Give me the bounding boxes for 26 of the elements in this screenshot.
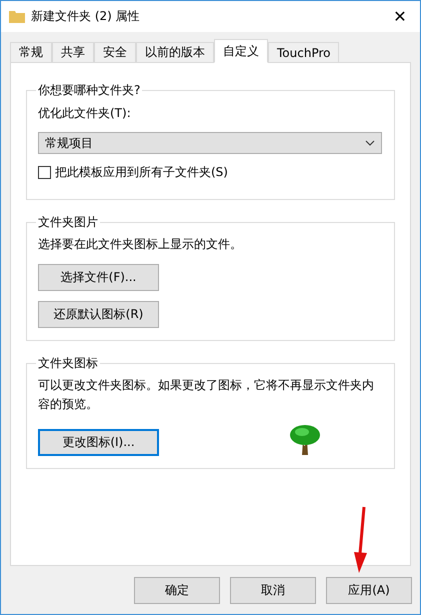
- description-text: 选择要在此文件夹图标上显示的文件。: [38, 236, 243, 253]
- optimize-label: 优化此文件夹(T):: [38, 105, 132, 122]
- checkbox-label: 把此模板应用到所有子文件夹(S): [55, 164, 228, 181]
- change-icon-button[interactable]: 更改图标(I)...: [38, 429, 159, 456]
- group-button[interactable]: 还原默认图标(R): [38, 301, 159, 328]
- folder-icon: [9, 10, 25, 23]
- tab[interactable]: 安全: [94, 42, 136, 62]
- group-button[interactable]: 选择文件(F)...: [38, 264, 159, 291]
- description-text: 可以更改文件夹图标。如果更改了图标，它将不再显示文件夹内容的预览。: [38, 377, 375, 413]
- tab[interactable]: 共享: [52, 42, 94, 62]
- tab[interactable]: 自定义: [214, 39, 268, 63]
- group-title: 文件夹图片: [37, 214, 99, 231]
- apply-subfolders-checkbox[interactable]: [38, 166, 51, 179]
- group-title: 文件夹图标: [37, 355, 99, 372]
- tab[interactable]: 常规: [10, 42, 52, 62]
- dialog-button[interactable]: 取消: [230, 577, 316, 604]
- window-title: 新建文件夹 (2) 属性: [31, 8, 141, 25]
- group-title: 你想要哪种文件夹?: [37, 82, 142, 99]
- close-button[interactable]: ✕: [380, 2, 420, 32]
- dialog-button[interactable]: 应用(A): [326, 577, 412, 604]
- chevron-down-icon: [365, 140, 375, 146]
- template-dropdown[interactable]: 常规项目: [38, 132, 382, 154]
- dialog-button[interactable]: 确定: [134, 577, 220, 604]
- tab[interactable]: 以前的版本: [136, 42, 214, 62]
- tab[interactable]: TouchPro: [268, 42, 340, 62]
- tree-icon: [289, 424, 321, 456]
